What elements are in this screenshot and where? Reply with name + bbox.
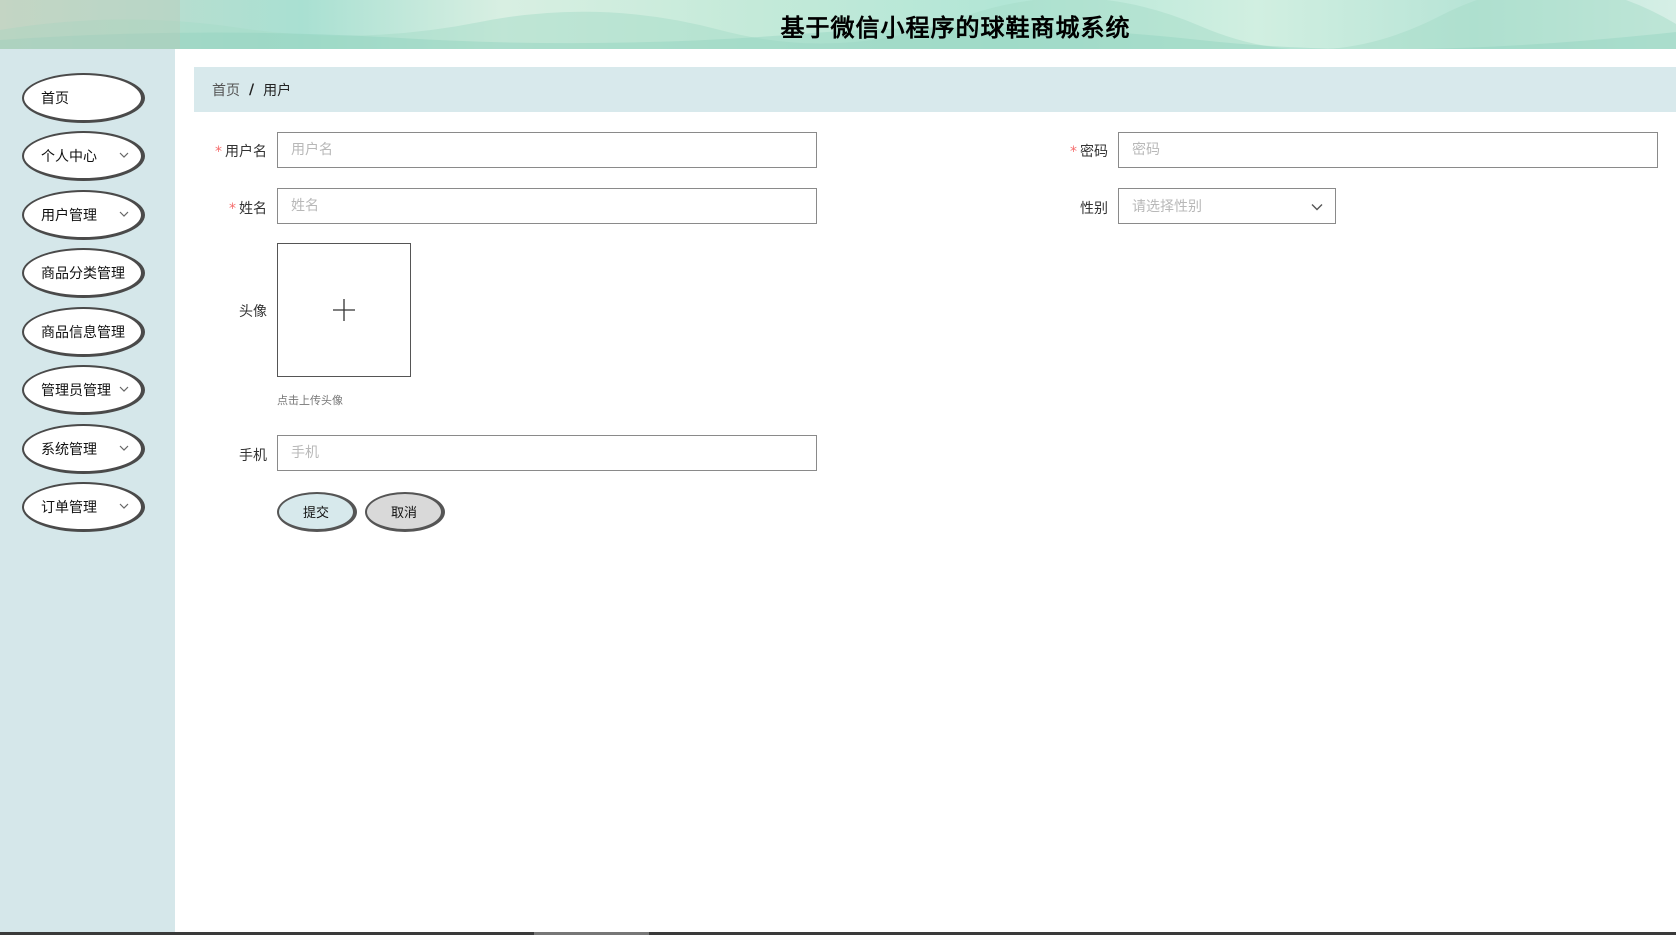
sidebar-item-category-management[interactable]: 商品分类管理: [22, 248, 145, 298]
sidebar-item-label: 用户管理: [41, 207, 97, 224]
chevron-down-icon: [119, 445, 129, 451]
sidebar-item-order-management[interactable]: 订单管理: [22, 482, 145, 532]
required-asterisk: *: [1070, 144, 1077, 160]
sidebar: 首页 个人中心 用户管理 商品分类管理 商品信息管理 管理员管理 系统管理 订单…: [0, 49, 175, 932]
required-asterisk: *: [215, 144, 222, 160]
breadcrumb-home-link[interactable]: 首页: [212, 80, 240, 100]
breadcrumb-separator: /: [249, 81, 255, 98]
sidebar-item-home[interactable]: 首页: [22, 73, 145, 123]
gender-label: 性别: [1040, 198, 1108, 218]
sidebar-item-label: 商品信息管理: [41, 324, 125, 341]
sidebar-item-product-management[interactable]: 商品信息管理: [22, 307, 145, 357]
name-label-text: 姓名: [239, 201, 267, 217]
sidebar-item-label: 首页: [41, 90, 69, 107]
phone-label: 手机: [200, 445, 267, 465]
avatar-label-text: 头像: [239, 304, 267, 320]
chevron-down-icon: [119, 152, 129, 158]
sidebar-item-personal-center[interactable]: 个人中心: [22, 131, 145, 181]
breadcrumb: 首页 / 用户: [194, 67, 1676, 112]
name-label: * 姓名: [200, 198, 267, 218]
phone-label-text: 手机: [239, 448, 267, 464]
chevron-down-icon: [119, 386, 129, 392]
phone-input[interactable]: [277, 435, 817, 471]
avatar-upload-tip: 点击上传头像: [277, 394, 343, 407]
required-asterisk: *: [229, 201, 236, 217]
sidebar-item-label: 管理员管理: [41, 382, 111, 399]
gender-select-placeholder: 请选择性别: [1132, 199, 1202, 215]
password-label: * 密码: [1040, 141, 1108, 161]
cancel-button[interactable]: 取消: [365, 492, 445, 532]
plus-icon: [333, 299, 355, 321]
gender-label-text: 性别: [1080, 201, 1108, 217]
chevron-down-icon: [1311, 204, 1323, 211]
password-input[interactable]: [1118, 132, 1658, 168]
sidebar-item-label: 个人中心: [41, 148, 97, 165]
submit-button[interactable]: 提交: [277, 492, 357, 532]
password-label-text: 密码: [1080, 144, 1108, 160]
name-input[interactable]: [277, 188, 817, 224]
username-label-text: 用户名: [225, 144, 267, 160]
breadcrumb-current: 用户: [263, 82, 292, 99]
app-title: 基于微信小程序的球鞋商城系统: [780, 14, 1131, 42]
avatar-label: 头像: [200, 301, 267, 321]
sidebar-item-label: 商品分类管理: [41, 265, 125, 282]
header-banner: 基于微信小程序的球鞋商城系统: [0, 0, 1676, 49]
sidebar-item-admin-management[interactable]: 管理员管理: [22, 365, 145, 415]
avatar-upload-box[interactable]: [277, 243, 411, 377]
username-label: * 用户名: [200, 141, 267, 161]
chevron-down-icon: [119, 503, 129, 509]
sidebar-item-user-management[interactable]: 用户管理: [22, 190, 145, 240]
sidebar-item-label: 订单管理: [41, 499, 97, 516]
gender-select[interactable]: 请选择性别: [1118, 188, 1336, 224]
sidebar-item-system-management[interactable]: 系统管理: [22, 424, 145, 474]
chevron-down-icon: [119, 211, 129, 217]
sidebar-item-label: 系统管理: [41, 441, 97, 458]
username-input[interactable]: [277, 132, 817, 168]
